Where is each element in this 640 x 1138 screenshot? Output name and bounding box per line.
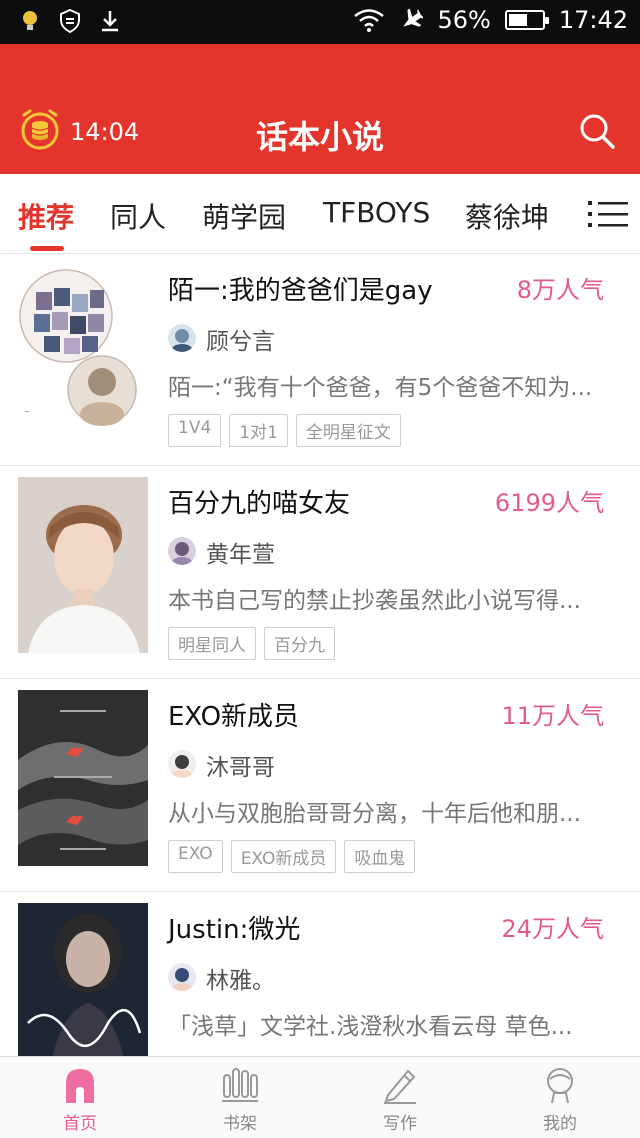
author-name[interactable]: 黄年萱 [206, 535, 275, 569]
book-title[interactable]: EXO新成员 [168, 696, 299, 733]
active-tab-indicator [30, 246, 64, 251]
author-name[interactable]: 沐哥哥 [206, 748, 275, 782]
book-tag[interactable]: 1V4 [168, 414, 222, 447]
nav-profile[interactable]: 我的 [520, 1065, 600, 1137]
book-tag[interactable]: 吸血鬼 [344, 840, 416, 873]
app-header: 14:04 话本小说 [0, 44, 640, 174]
tab-fanfic[interactable]: 同人 [110, 196, 166, 236]
book-tag[interactable]: 百分九 [264, 627, 335, 660]
tag-list: 1V4 1对1 全明星征文 [168, 414, 401, 447]
book-tag[interactable]: EXO [168, 840, 223, 873]
nav-home[interactable]: 首页 [40, 1065, 120, 1137]
book-title[interactable]: Justin:微光 [168, 909, 300, 946]
home-icon [66, 1069, 94, 1103]
bookshelf-icon [222, 1068, 258, 1102]
book-tag[interactable]: 明星同人 [168, 627, 256, 660]
book-cover [18, 477, 148, 653]
author-avatar [168, 963, 196, 991]
nav-label: 首页 [63, 1114, 97, 1134]
tab-caixukun[interactable]: 蔡徐坤 [465, 196, 549, 236]
tag-list: 明星同人 百分九 [168, 627, 335, 660]
tag-list: EXO EXO新成员 吸血鬼 [168, 840, 416, 873]
battery-icon [504, 10, 549, 30]
menu-list-icon[interactable] [586, 196, 630, 232]
book-description: 陌一:“我有十个爸爸，有5个爸爸不知为... [168, 375, 593, 401]
book-description: 从小与双胞胎哥哥分离，十年后他和朋... [168, 801, 581, 827]
pencil-icon [384, 1069, 416, 1104]
battery-percent: 56% [437, 6, 491, 34]
book-description: 本书自己写的禁止抄袭虽然此小说写得... [168, 588, 581, 614]
wifi-icon [353, 7, 385, 33]
nav-label: 我的 [543, 1114, 577, 1134]
book-description: 「浅草」文学社.浅澄秋水看云母 草色... [168, 1014, 573, 1040]
book-tag[interactable]: EXO新成员 [230, 840, 337, 873]
popularity-count: 8万人气 [516, 276, 604, 304]
book-cover: ~ [18, 264, 148, 440]
author-avatar [168, 324, 196, 352]
nav-write[interactable]: 写作 [360, 1065, 440, 1137]
nav-bookshelf[interactable]: 书架 [200, 1065, 280, 1137]
search-icon[interactable] [578, 112, 616, 150]
book-list-item[interactable]: ~ 陌一:我的爸爸们是gay 8万人气 顾兮言 陌一:“我有十个爸爸，有5个爸爸… [0, 254, 640, 466]
book-tag[interactable]: 1对1 [229, 414, 288, 447]
book-list-item[interactable]: EXO新成员 11万人气 沐哥哥 从小与双胞胎哥哥分离，十年后他和朋... EX… [0, 680, 640, 892]
popularity-count: 11万人气 [501, 702, 604, 730]
tab-mengxueyuan[interactable]: 萌学园 [202, 196, 286, 236]
book-tag[interactable]: 全明星征文 [295, 414, 401, 447]
book-title[interactable]: 百分九的喵女友 [168, 483, 350, 520]
popularity-count: 6199人气 [494, 489, 604, 517]
popularity-count: 24万人气 [501, 915, 604, 943]
book-list-item[interactable]: 百分九的喵女友 6199人气 黄年萱 本书自己写的禁止抄袭虽然此小说写得... … [0, 467, 640, 679]
status-bar: 56% 17:42 [0, 0, 640, 44]
tab-tfboys[interactable]: TFBOYS [323, 196, 430, 229]
svg-text:~: ~ [24, 408, 30, 416]
author-name[interactable]: 顾兮言 [206, 322, 275, 356]
airplane-mode-icon [399, 7, 424, 33]
category-tabs: 推荐 同人 萌学园 TFBOYS 蔡徐坤 [0, 174, 640, 254]
shield-icon [58, 8, 82, 34]
nav-label: 书架 [223, 1114, 257, 1134]
lightbulb-icon [18, 8, 42, 34]
author-avatar [168, 750, 196, 778]
profile-icon [547, 1068, 573, 1104]
nav-label: 写作 [383, 1114, 417, 1134]
tab-recommended[interactable]: 推荐 [18, 196, 74, 236]
book-title[interactable]: 陌一:我的爸爸们是gay [168, 270, 433, 307]
book-cover [18, 903, 148, 1079]
book-cover [18, 690, 148, 866]
author-name[interactable]: 林雅。 [206, 961, 275, 995]
download-icon [98, 8, 122, 34]
app-title: 话本小说 [255, 118, 384, 156]
clock: 17:42 [558, 6, 628, 34]
author-avatar [168, 537, 196, 565]
bottom-navigation: 首页 书架 写作 我的 [0, 1056, 640, 1138]
